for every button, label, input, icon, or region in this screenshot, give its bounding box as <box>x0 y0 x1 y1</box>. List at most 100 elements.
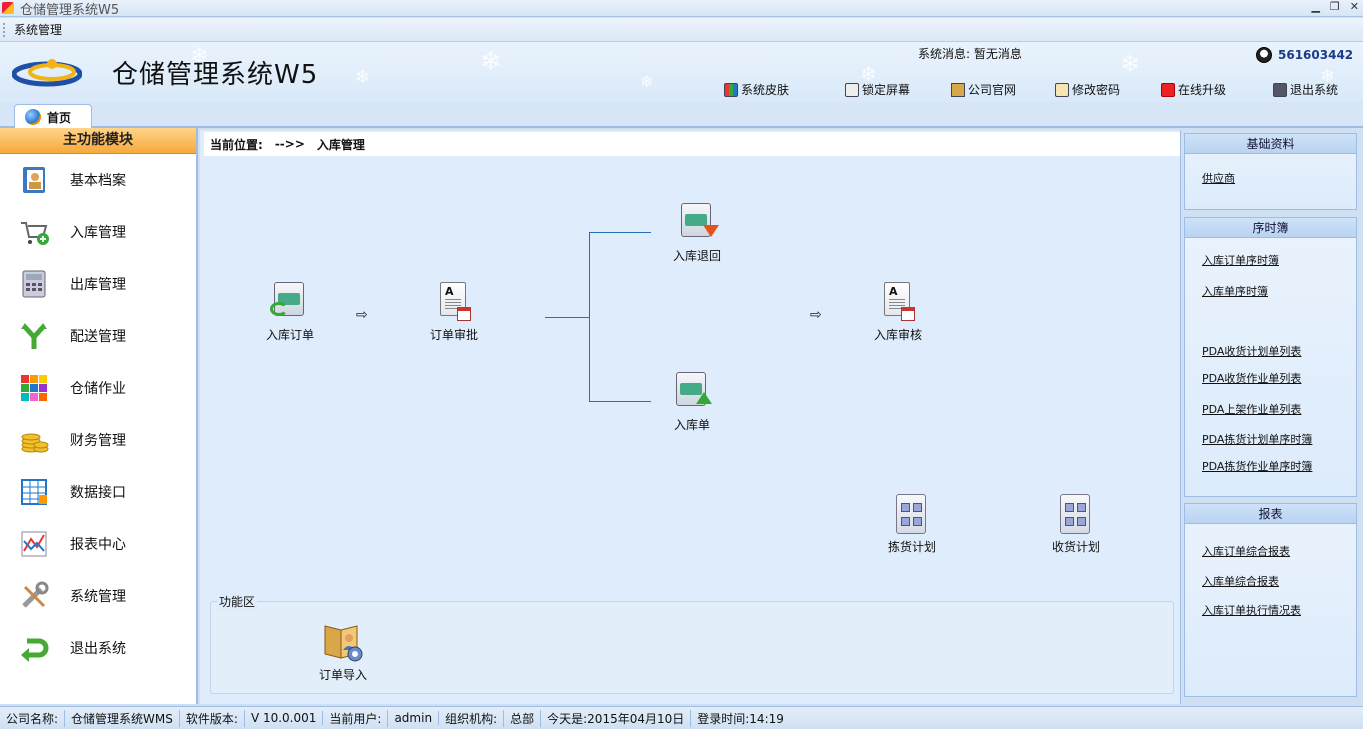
flow-node-label: 入库单 <box>673 418 710 432</box>
system-skin-button[interactable]: 系统皮肤 <box>724 81 845 98</box>
basic-data-title: 基础资料 <box>1185 134 1356 154</box>
report-title: 报表 <box>1185 504 1356 524</box>
flow-connector <box>589 232 651 233</box>
online-upgrade-button[interactable]: 在线升级 <box>1161 81 1273 98</box>
system-message: 系统消息: 暂无消息 <box>918 45 1022 62</box>
window-title: 仓储管理系统W5 <box>20 2 120 18</box>
today-date: 今天是:2015年04月10日 <box>541 709 692 727</box>
minimize-icon[interactable]: ▁ <box>1311 0 1319 13</box>
snowflake-icon: ❄ <box>1120 50 1141 78</box>
sidebar-item-label: 仓储作业 <box>70 381 126 397</box>
flow-order-approval[interactable]: A 订单审批 <box>414 280 494 343</box>
restore-icon[interactable]: ❐ <box>1330 0 1340 13</box>
fork-arrow-icon <box>19 321 49 351</box>
window-titlebar: 仓储管理系统W5 ▁ ❐ ✕ <box>0 0 1363 18</box>
main-content: 当前位置: -->> 入库管理 ⇨ ⇨ 入库订单 A 订单审批 入库退回 入库单… <box>200 130 1180 704</box>
address-book-icon <box>19 165 49 195</box>
sidebar-item-inbound[interactable]: 入库管理 <box>0 206 196 258</box>
order-import-button[interactable]: 订单导入 <box>303 620 383 683</box>
link-inbound-receipt-ledger[interactable]: 入库单序时簿 <box>1202 283 1268 299</box>
system-message-label: 系统消息: <box>918 47 971 61</box>
app-icon <box>2 2 14 14</box>
change-password-label: 修改密码 <box>1072 83 1121 97</box>
status-bar: 公司名称: 仓储管理系统WMS 软件版本: V 10.0.001 当前用户: a… <box>0 706 1363 729</box>
sidebar-item-warehouse-ops[interactable]: 仓储作业 <box>0 362 196 414</box>
qq-contact[interactable]: 561603442 <box>1256 47 1353 63</box>
tools-icon <box>19 581 49 611</box>
sidebar-item-exit[interactable]: 退出系统 <box>0 622 196 674</box>
change-password-button[interactable]: 修改密码 <box>1055 81 1161 98</box>
flow-node-label: 入库订单 <box>265 328 314 342</box>
close-icon[interactable]: ✕ <box>1350 0 1359 13</box>
company-value: 仓储管理系统WMS <box>65 709 180 727</box>
sidebar-item-delivery[interactable]: 配送管理 <box>0 310 196 362</box>
link-inbound-order-report[interactable]: 入库订单综合报表 <box>1202 543 1290 559</box>
audit-document-icon: A <box>876 280 920 324</box>
color-grid-icon <box>19 373 49 403</box>
sidebar-item-system-management[interactable]: 系统管理 <box>0 570 196 622</box>
sidebar-item-label: 数据接口 <box>70 485 126 501</box>
sidebar-item-label: 出库管理 <box>70 277 126 293</box>
flow-node-label: 入库退回 <box>672 249 721 263</box>
sidebar-item-outbound[interactable]: 出库管理 <box>0 258 196 310</box>
flow-inbound-audit[interactable]: A 入库审核 <box>858 280 938 343</box>
window-controls: ▁ ❐ ✕ <box>1311 0 1359 13</box>
link-pda-receive-work-list[interactable]: PDA收货作业单列表 <box>1202 370 1301 386</box>
flow-node-label: 收货计划 <box>1051 540 1100 554</box>
exit-system-button[interactable]: 退出系统 <box>1273 81 1338 98</box>
sidebar-item-report-center[interactable]: 报表中心 <box>0 518 196 570</box>
skin-palette-icon <box>724 82 738 97</box>
version-value: V 10.0.001 <box>245 711 324 725</box>
home-icon <box>951 82 965 97</box>
table-icon <box>19 477 49 507</box>
flow-inbound-receipt[interactable]: 入库单 <box>652 370 732 433</box>
pick-plan-icon <box>890 492 934 536</box>
approval-document-icon: A <box>432 280 476 324</box>
order-import-icon <box>321 620 365 664</box>
link-inbound-receipt-report[interactable]: 入库单综合报表 <box>1202 573 1279 589</box>
basic-data-panel: 基础资料 供应商 <box>1184 133 1357 210</box>
flow-inbound-order[interactable]: 入库订单 <box>250 280 330 343</box>
sidebar-item-label: 财务管理 <box>70 433 126 449</box>
system-message-value: 暂无消息 <box>973 47 1022 61</box>
lock-screen-button[interactable]: 锁定屏幕 <box>845 81 951 98</box>
upgrade-arrow-icon <box>1161 82 1175 97</box>
breadcrumb-current: 入库管理 <box>316 137 365 152</box>
app-header: ❄ ❄ ❄ ❄ ❄ ❄ ❄ 仓储管理系统W5 系统消息: 暂无消息 561603… <box>0 42 1363 102</box>
sidebar-item-label: 退出系统 <box>70 641 126 657</box>
flow-connector <box>545 317 590 318</box>
sidebar-item-finance[interactable]: 财务管理 <box>0 414 196 466</box>
sidebar-item-label: 配送管理 <box>70 329 126 345</box>
inbound-return-icon <box>675 201 719 245</box>
sidebar-item-data-interface[interactable]: 数据接口 <box>0 466 196 518</box>
sidebar: 主功能模块 基本档案 入库管理 出库管理 配送管理 仓储作业 财务管理 数据接口… <box>0 128 198 704</box>
login-time: 登录时间:14:19 <box>697 711 784 726</box>
sidebar-item-basic-files[interactable]: 基本档案 <box>0 154 196 206</box>
company-website-button[interactable]: 公司官网 <box>951 81 1055 98</box>
company-label: 公司名称: <box>0 709 66 727</box>
flow-arrow-icon: ⇨ <box>810 307 822 323</box>
menu-system-management[interactable]: 系统管理 <box>14 21 62 38</box>
return-arrow-icon <box>19 633 49 663</box>
snowflake-icon: ❄ <box>480 47 502 77</box>
tab-home[interactable]: 首页 <box>14 104 92 129</box>
flow-arrow-icon: ⇨ <box>356 307 368 323</box>
inbound-receipt-icon <box>670 370 714 414</box>
cart-add-icon <box>19 217 49 247</box>
link-inbound-order-execution[interactable]: 入库订单执行情况表 <box>1202 602 1301 618</box>
flow-pick-plan[interactable]: 拣货计划 <box>872 492 952 555</box>
flow-inbound-return[interactable]: 入库退回 <box>657 201 737 264</box>
link-inbound-order-ledger[interactable]: 入库订单序时簿 <box>1202 252 1279 268</box>
sidebar-item-label: 系统管理 <box>70 589 126 605</box>
link-supplier[interactable]: 供应商 <box>1202 170 1235 186</box>
flow-receive-plan[interactable]: 收货计划 <box>1036 492 1116 555</box>
user-value: admin <box>388 711 440 725</box>
lock-screen-label: 锁定屏幕 <box>862 83 911 97</box>
link-pda-pick-work-ledger[interactable]: PDA拣货作业单序时簿 <box>1202 458 1312 474</box>
link-pda-pick-plan-ledger[interactable]: PDA拣货计划单序时簿 <box>1202 431 1312 447</box>
flow-connector <box>589 401 651 402</box>
link-pda-receive-plan-list[interactable]: PDA收货计划单列表 <box>1202 343 1301 359</box>
sidebar-item-label: 报表中心 <box>70 537 126 553</box>
flow-node-label: 拣货计划 <box>887 540 936 554</box>
link-pda-shelve-work-list[interactable]: PDA上架作业单列表 <box>1202 401 1301 417</box>
